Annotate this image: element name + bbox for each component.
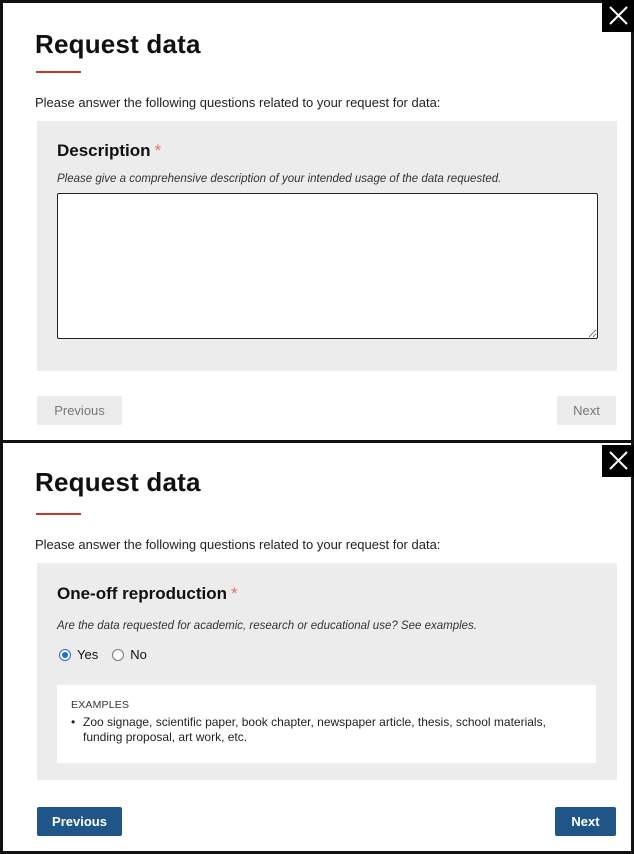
dialog-title: Request data: [35, 467, 201, 497]
reproduction-panel: One-off reproduction * Are the data reque…: [37, 563, 617, 780]
radio-yes-label[interactable]: Yes: [77, 647, 98, 662]
next-button[interactable]: Next: [555, 807, 616, 836]
intro-text: Please answer the following questions re…: [35, 537, 441, 552]
field-label: One-off reproduction *: [57, 584, 238, 604]
close-button[interactable]: [602, 445, 634, 477]
radio-group: Yes No: [59, 647, 161, 662]
description-textarea[interactable]: [57, 193, 598, 339]
radio-no-label[interactable]: No: [130, 647, 147, 662]
close-icon: [609, 6, 628, 25]
list-item: Zoo signage, scientific paper, book chap…: [71, 715, 581, 745]
request-data-dialog-description: Request data Please answer the following…: [0, 0, 634, 443]
title-underline: [36, 513, 81, 515]
radio-no[interactable]: [112, 648, 125, 661]
radio-yes[interactable]: [59, 648, 71, 661]
field-label-text: One-off reproduction: [57, 584, 227, 603]
title-underline: [36, 71, 81, 73]
examples-box: EXAMPLES Zoo signage, scientific paper, …: [57, 685, 596, 763]
field-help-text: Are the data requested for academic, res…: [57, 620, 477, 632]
field-help-text: Please give a comprehensive description …: [57, 173, 502, 185]
request-data-dialog-reproduction: Request data Please answer the following…: [0, 443, 634, 854]
dialog-title: Request data: [35, 29, 201, 59]
previous-button[interactable]: Previous: [37, 396, 122, 425]
previous-button[interactable]: Previous: [37, 807, 122, 836]
required-asterisk: *: [230, 584, 238, 603]
examples-list: Zoo signage, scientific paper, book chap…: [71, 715, 581, 745]
field-label-text: Description: [57, 141, 151, 160]
required-asterisk: *: [154, 141, 162, 160]
examples-heading: EXAMPLES: [71, 699, 130, 711]
intro-text: Please answer the following questions re…: [35, 95, 441, 110]
next-button[interactable]: Next: [557, 396, 616, 425]
close-icon: [609, 451, 628, 470]
close-button[interactable]: [602, 0, 634, 32]
field-label: Description *: [57, 141, 161, 161]
description-panel: Description * Please give a comprehensive…: [37, 121, 617, 371]
